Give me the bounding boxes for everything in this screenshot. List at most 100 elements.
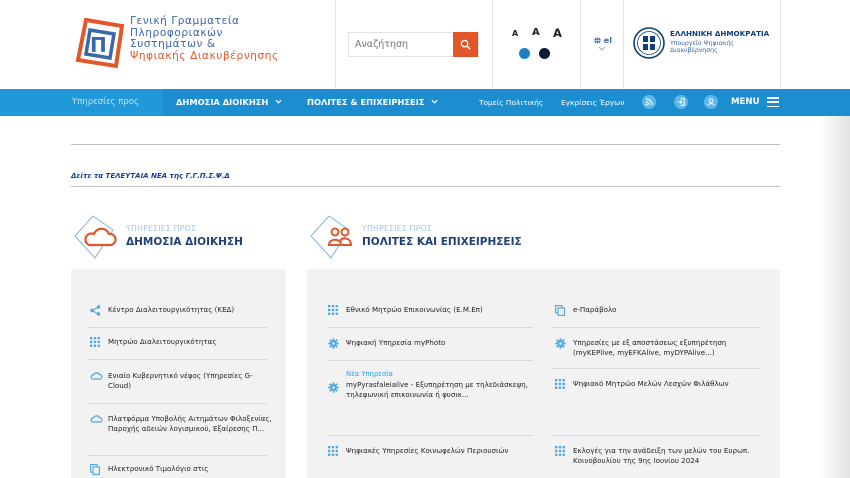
list-item-label: e-Παράβολο [573,305,617,314]
font-size-medium-button[interactable]: A [532,27,540,38]
list-item-label: Ψηφιακό Μητρώο Μελών Λεσχών Φιλάθλων [573,379,729,388]
search-box [348,32,479,57]
nav-policy-areas[interactable]: Τομείς Πολιτικής [479,98,543,107]
logo-line-4: Ψηφιακής Διακυβέρνησης [130,49,279,62]
divider-bottom [71,186,780,187]
list-item-label: Ψηφιακές Υπηρεσίες Κοινωφελών Περιουσιών [346,446,509,455]
header-divider [580,0,581,89]
public-admin-panel: Κέντρο Διαλειτουργικότητας (ΚΕΔ) Μητρώο … [71,269,286,478]
side-shadow [820,116,850,478]
gear-icon [555,338,566,349]
greek-emblem-icon [633,27,665,59]
gov-title: ΕΛΛΗΝΙΚΗ ΔΗΜΟΚΡΑΤΙΑ [670,29,770,38]
user-button[interactable] [704,95,718,109]
list-divider [327,435,533,436]
main-navbar: Υπηρεσίες προς ΔΗΜΟΣΙΑ ΔΙΟΙΚΗΣΗ ΠΟΛΙΤΕΣ … [0,89,850,116]
rss-icon [645,98,653,106]
list-item-label: Ενιαίο Κυβερνητικό νέφος (Υπηρεσίες G-Cl… [108,371,253,390]
svg-text:Π: Π [90,33,107,57]
section-title[interactable]: ΠΟΛΙΤΕΣ ΚΑΙ ΕΠΙΧΕΙΡΗΣΕΙΣ [362,236,522,248]
share-icon [90,305,101,316]
gear-icon [328,382,339,393]
list-divider [553,435,761,436]
copy-icon [555,305,565,316]
list-divider [327,360,533,361]
latest-news-link[interactable]: Δείτε τα ΤΕΛΕΥΤΑΙΑ ΝΕΑ της Γ.Γ.Π.Σ.Ψ.Δ [71,172,230,180]
font-size-large-button[interactable]: A [553,26,562,40]
search-icon [460,39,471,50]
grid-icon [90,337,100,347]
gear-icon [328,338,339,349]
chevron-down-icon [598,46,606,51]
gov-subtitle-line-1: Υπουργείο Ψηφιακής [670,40,734,47]
copy-icon [90,464,100,475]
citizens-panel: Εθνικό Μητρώο Επικοινωνίας (Ε.Μ.Επ) Ψηφι… [307,269,780,478]
nav-arrow-shape [152,89,163,115]
divider-top [71,144,780,145]
hellenic-republic-logo[interactable]: ΕΛΛΗΝΙΚΗ ΔΗΜΟΚΡΑΤΙΑ Υπουργείο Ψηφιακής Δ… [632,26,777,62]
list-divider [89,359,267,360]
user-icon [707,98,715,106]
citizens-heading: ΥΠΗΡΕΣΙΕΣ ΠΡΟΣ ΠΟΛΙΤΕΣ ΚΑΙ ΕΠΙΧΕΙΡΗΣΕΙΣ [307,212,587,262]
list-divider [553,368,761,369]
globe-icon [594,37,601,44]
chevron-down-icon [431,99,438,104]
nav-approvals[interactable]: Εγκρίσεις Έργων [561,98,624,107]
list-divider [89,455,267,456]
menu-button[interactable]: MENU [731,97,760,107]
login-button[interactable] [674,95,688,109]
people-badge-icon [310,215,353,259]
nav-public-admin[interactable]: ΔΗΜΟΣΙΑ ΔΙΟΙΚΗΣΗ [176,97,282,107]
font-size-controls: A A A [509,26,569,41]
header-divider [623,0,624,89]
services-for-label: Υπηρεσίες προς [72,97,139,107]
ggpsdd-logo[interactable]: Π Γενική Γραμματεία Πληροφοριακών Συστημ… [72,14,278,72]
grid-icon [328,305,338,315]
search-button[interactable] [453,32,478,57]
header-divider [780,0,781,89]
cloud-badge-icon [74,215,117,259]
grid-icon [555,446,565,456]
language-label: el [603,36,612,45]
list-item-label: Εθνικό Μητρώο Επικοινωνίας (Ε.Μ.Επ) [346,305,483,314]
logo-line-1: Γενική Γραμματεία [130,15,240,27]
cloud-icon [90,415,103,423]
list-item-label: Κέντρο Διαλειτουργικότητας (ΚΕΔ) [108,305,235,314]
header-divider [492,0,493,89]
list-item-label: myPyrasfaleialive - Εξυπηρέτηση με τηλεδ… [346,380,529,399]
list-divider [89,327,267,328]
cloud-icon [90,372,103,380]
section-title[interactable]: ΔΗΜΟΣΙΑ ΔΙΟΙΚΗΣΗ [126,236,243,248]
logo-text: Γενική Γραμματεία Πληροφοριακών Συστημάτ… [130,15,279,62]
gov-subtitle: Υπουργείο Ψηφιακής Διακυβέρνησης [670,40,734,54]
logo-line-3: Συστημάτων & [130,38,216,50]
section-pre-label: ΥΠΗΡΕΣΙΕΣ ΠΡΟΣ [362,224,433,233]
list-item-label: Ψηφιακή Υπηρεσία myPhoto [346,338,446,347]
contrast-dark-button[interactable] [539,48,550,59]
hamburger-icon[interactable] [767,97,779,110]
login-icon [677,98,685,106]
list-item-label: Πλατφόρμα Υποβολής Αιτημάτων Φιλοξενίας,… [108,414,272,433]
list-divider [89,403,267,404]
list-item-label: Εκλογές για την ανάδειξη των μελών του Ε… [573,446,750,465]
nav-citizens-label: ΠΟΛΙΤΕΣ & ΕΠΙΧΕΙΡΗΣΕΙΣ [307,97,425,107]
list-item-label: Ηλεκτρονικό Τιμολόγιο στις [108,464,209,473]
chevron-down-icon [275,99,282,104]
language-selector[interactable]: el [594,36,612,45]
nav-citizens[interactable]: ΠΟΛΙΤΕΣ & ΕΠΙΧΕΙΡΗΣΕΙΣ [307,97,438,107]
contrast-blue-button[interactable] [519,48,530,59]
public-admin-heading: ΥΠΗΡΕΣΙΕΣ ΠΡΟΣ ΔΗΜΟΣΙΑ ΔΙΟΙΚΗΣΗ [71,212,281,262]
search-input[interactable] [349,33,455,56]
site-header: Π Γενική Γραμματεία Πληροφοριακών Συστημ… [0,0,850,89]
header-divider [335,0,336,89]
list-divider [327,327,533,328]
nav-public-admin-label: ΔΗΜΟΣΙΑ ΔΙΟΙΚΗΣΗ [176,97,269,107]
gov-subtitle-line-2: Διακυβέρνησης [670,47,718,54]
grid-icon [328,446,338,456]
services-for-label-box: Υπηρεσίες προς [0,89,163,116]
rss-button[interactable] [642,95,656,109]
section-pre-label: ΥΠΗΡΕΣΙΕΣ ΠΡΟΣ [126,224,197,233]
grid-icon [555,379,565,389]
list-item-label: Υπηρεσίες με εξ αποστάσεως εξυπηρέτηση (… [573,338,727,357]
font-size-small-button[interactable]: A [512,29,518,38]
